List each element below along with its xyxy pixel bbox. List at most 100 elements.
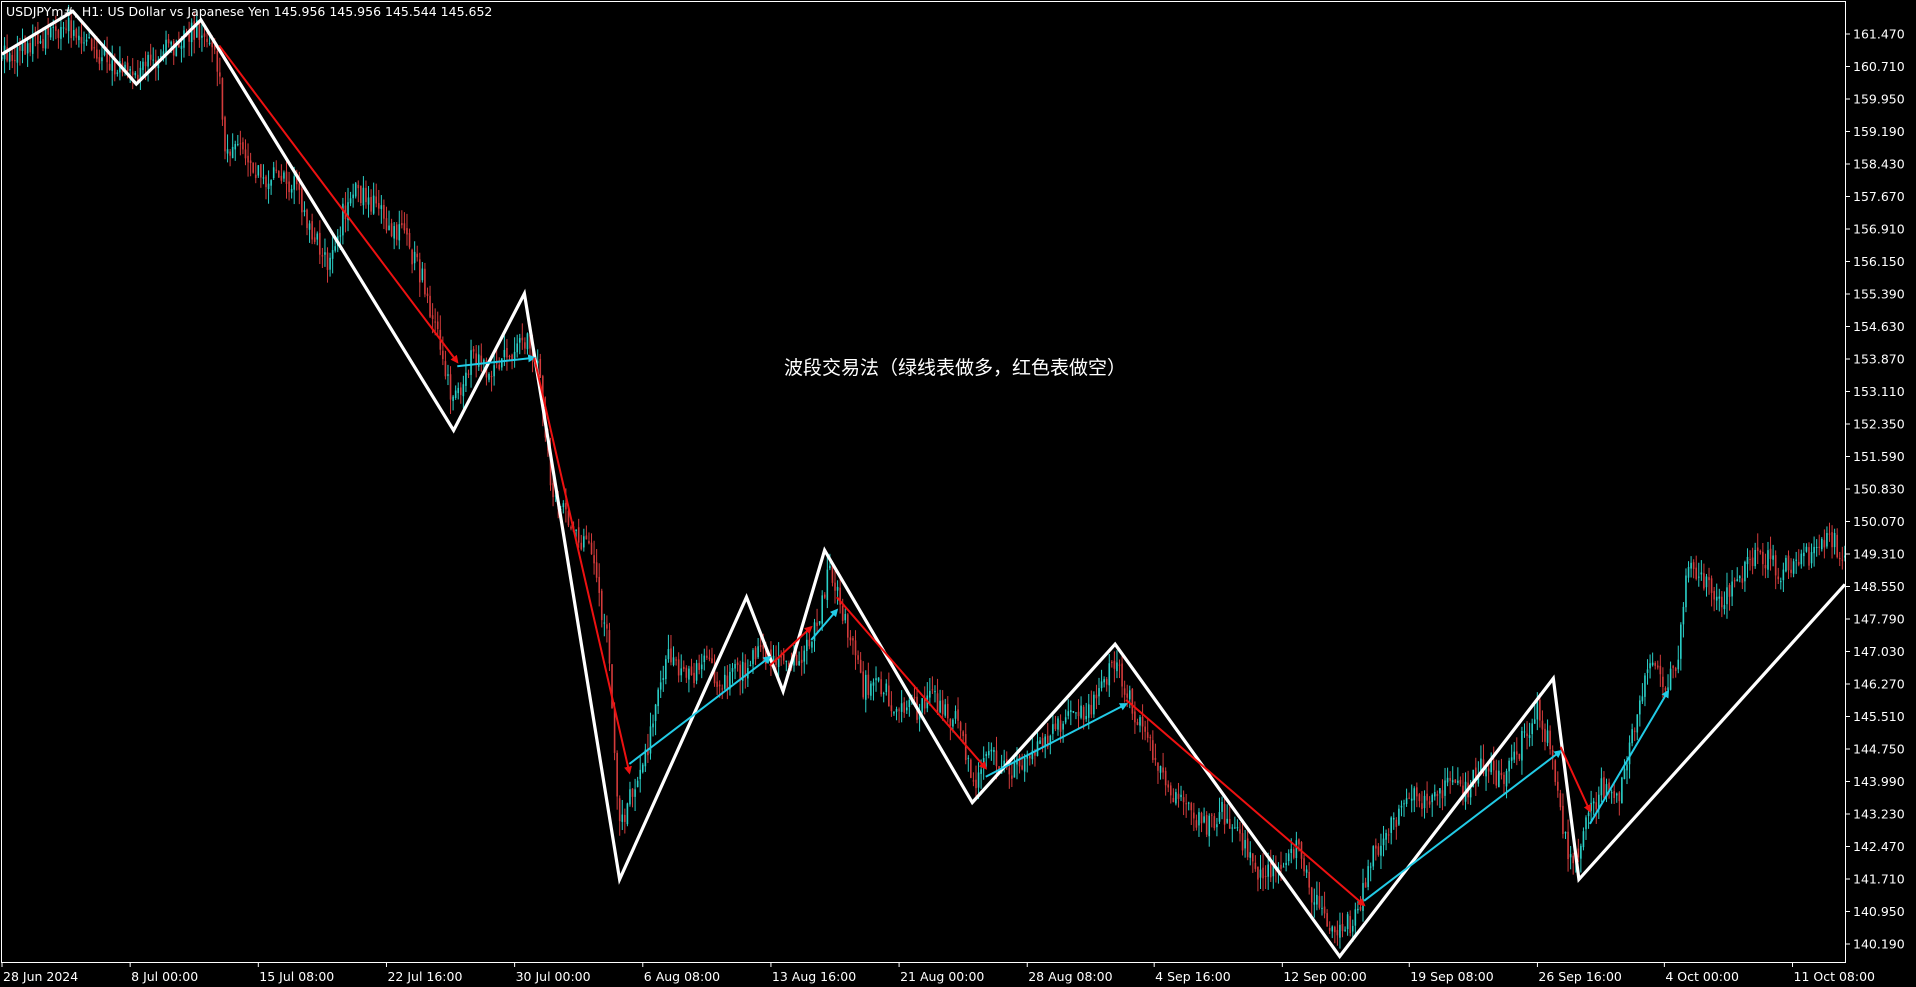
candle-body: [1213, 816, 1216, 829]
candle-body: [375, 196, 378, 204]
candle-body: [324, 252, 326, 255]
candle-body: [1113, 660, 1116, 669]
candle-body: [1310, 887, 1313, 903]
candle-body: [508, 355, 511, 358]
candle-body: [583, 536, 585, 548]
candle-body: [1669, 668, 1672, 690]
chart-canvas[interactable]: 161.470 160.710 159.950 159.190 158.430 157.6…: [0, 0, 1916, 987]
candle-body: [201, 35, 203, 38]
candle-body: [1013, 762, 1016, 778]
candle-body: [388, 225, 390, 231]
price-tick-label: 149.310: [1853, 547, 1905, 562]
candle-body: [1128, 690, 1131, 700]
price-tick-label: 157.670: [1853, 189, 1905, 204]
candle-body: [1157, 762, 1159, 771]
candle-body: [424, 268, 426, 295]
candle-body: [580, 542, 583, 550]
candle-body: [75, 29, 78, 38]
candle-body: [1285, 862, 1287, 866]
candle-body: [716, 681, 718, 687]
candle-body: [1108, 663, 1111, 686]
candle-body: [731, 668, 734, 672]
candle-body: [595, 562, 598, 578]
candle-body: [1428, 801, 1431, 805]
candle-body: [1582, 831, 1585, 848]
candle-body: [624, 814, 626, 822]
price-tick-label: 147.790: [1853, 612, 1905, 627]
candle-body: [813, 622, 816, 642]
candle-body: [1782, 569, 1785, 581]
candle-body: [1572, 855, 1574, 864]
candle-body: [1449, 777, 1451, 781]
candle-body: [370, 197, 372, 212]
candle-body: [987, 751, 990, 756]
short-trade-arrow: [836, 596, 988, 770]
candle-body: [895, 708, 898, 712]
candle-body: [1077, 711, 1080, 717]
candle-body: [1008, 767, 1011, 775]
candle-body: [905, 707, 908, 711]
candle-body: [898, 709, 900, 711]
candle-body: [1295, 840, 1298, 859]
candle-body: [83, 42, 85, 44]
candle-body: [941, 700, 944, 715]
candle-body: [1587, 812, 1590, 817]
price-tick-label: 141.710: [1853, 872, 1905, 887]
candle-body: [1249, 852, 1252, 858]
candle-body: [1059, 720, 1062, 732]
candle-body: [1134, 711, 1136, 723]
candle-body: [808, 639, 811, 647]
candle-body: [723, 674, 726, 689]
candle-body: [1236, 827, 1239, 829]
candle-body: [1244, 840, 1246, 849]
candle-body: [1531, 723, 1533, 735]
candle-body: [1728, 585, 1731, 597]
price-tick-label: 154.630: [1853, 319, 1905, 334]
candle-body: [444, 361, 447, 377]
candle-body: [319, 232, 321, 255]
candle-body: [436, 321, 439, 330]
candle-body: [403, 223, 406, 231]
candle-body: [1246, 838, 1249, 858]
candle-body: [1403, 803, 1405, 805]
price-tick-label: 148.550: [1853, 579, 1905, 594]
candle-body: [1500, 772, 1503, 776]
candle-body: [1680, 624, 1682, 659]
candle-body: [888, 685, 890, 707]
candle-body: [800, 659, 803, 663]
candle-body: [326, 252, 329, 270]
candle-body: [1159, 766, 1162, 773]
candle-body: [629, 789, 631, 805]
candle-body: [360, 185, 362, 204]
candle-body: [1744, 561, 1746, 582]
candle-body: [1759, 550, 1762, 553]
candle-body: [1762, 551, 1764, 565]
candle-body: [257, 165, 260, 176]
candle-body: [1090, 704, 1093, 715]
candle-body: [1021, 765, 1023, 770]
candle-body: [142, 61, 144, 71]
candle-body: [721, 688, 724, 690]
candle-body: [431, 315, 434, 319]
price-tick-label: 140.950: [1853, 904, 1905, 919]
candle-body: [1797, 561, 1800, 565]
candle-body: [672, 657, 675, 665]
candle-body: [1721, 596, 1723, 608]
candle-body: [1703, 573, 1705, 589]
candle-body: [1723, 605, 1726, 610]
candle-body: [52, 26, 55, 28]
candle-body: [1218, 812, 1221, 822]
candle-body: [1377, 846, 1380, 855]
price-chart[interactable]: 161.470 160.710 159.950 159.190 158.430 157.6…: [0, 0, 1916, 987]
time-tick-label: 28 Jun 2024: [3, 969, 78, 984]
candle-body: [1195, 820, 1198, 828]
candle-body: [1503, 774, 1505, 784]
candle-body: [1444, 780, 1446, 796]
candle-body: [1738, 576, 1741, 579]
candle-body: [1510, 757, 1513, 761]
candle-body: [616, 752, 618, 797]
candle-body: [688, 668, 690, 680]
candle-body: [144, 61, 147, 67]
candle-body: [88, 36, 90, 38]
candle-body: [1718, 596, 1721, 599]
